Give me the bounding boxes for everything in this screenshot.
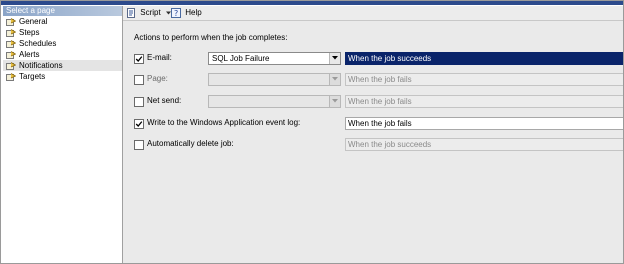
- email-operator-value: SQL Job Failure: [212, 54, 270, 63]
- sidebar-item-alerts[interactable]: Alerts: [3, 49, 122, 60]
- toolbar: Script ? Help: [123, 6, 623, 21]
- page-icon: [6, 29, 17, 37]
- delete-job-when-value: When the job succeeds: [348, 140, 432, 149]
- net-send-checkbox[interactable]: [134, 97, 144, 107]
- page-when-value: When the job fails: [348, 75, 412, 84]
- chevron-down-icon[interactable]: [329, 74, 340, 85]
- chevron-down-icon[interactable]: [329, 96, 340, 107]
- event-log-label: Write to the Windows Application event l…: [147, 118, 301, 127]
- event-log-when-select[interactable]: When the job fails: [345, 117, 623, 130]
- delete-job-row: Automatically delete job: When the job s…: [134, 138, 623, 151]
- sidebar-item-notifications[interactable]: Notifications: [3, 60, 122, 71]
- event-log-checkbox[interactable]: [134, 119, 144, 129]
- email-label: E-mail:: [147, 53, 172, 62]
- sidebar-item-label: Notifications: [19, 61, 63, 70]
- email-when-select[interactable]: When the job succeeds: [345, 52, 623, 65]
- window-title-bar: [1, 1, 623, 5]
- select-page-pane: Select a page General Steps Schedules Al…: [3, 6, 123, 263]
- script-icon: [126, 8, 136, 21]
- sidebar-item-steps[interactable]: Steps: [3, 27, 122, 38]
- event-log-row: Write to the Windows Application event l…: [134, 117, 623, 130]
- email-operator-select[interactable]: SQL Job Failure: [208, 52, 341, 65]
- sidebar-item-general[interactable]: General: [3, 16, 122, 27]
- script-label: Script: [140, 8, 161, 17]
- page-operator-select[interactable]: [208, 73, 341, 86]
- delete-job-when-select[interactable]: When the job succeeds: [345, 138, 623, 151]
- svg-text:?: ?: [174, 9, 178, 18]
- net-send-row: Net send: When the job fails: [134, 95, 623, 108]
- checkmark-icon: [135, 121, 143, 127]
- email-row: E-mail: SQL Job Failure When the job suc…: [134, 52, 623, 65]
- page-icon: [6, 62, 17, 70]
- event-log-when-value: When the job fails: [348, 119, 412, 128]
- delete-job-label: Automatically delete job:: [147, 139, 234, 148]
- help-label: Help: [185, 8, 202, 17]
- email-checkbox[interactable]: [134, 54, 144, 64]
- notifications-page: Script ? Help Actions to perform when th…: [123, 6, 623, 263]
- sidebar-item-label: General: [19, 17, 48, 26]
- checkmark-icon: [135, 56, 143, 62]
- sidebar-item-schedules[interactable]: Schedules: [3, 38, 122, 49]
- job-properties-window: Select a page General Steps Schedules Al…: [0, 0, 624, 264]
- help-icon: ?: [171, 8, 181, 21]
- page-icon: [6, 18, 17, 26]
- script-button[interactable]: Script: [126, 8, 171, 18]
- page-when-select[interactable]: When the job fails: [345, 73, 623, 86]
- net-send-when-select[interactable]: When the job fails: [345, 95, 623, 108]
- page-icon: [6, 40, 17, 48]
- page-label: Page:: [147, 74, 168, 83]
- net-send-when-value: When the job fails: [348, 97, 412, 106]
- email-when-value: When the job succeeds: [348, 54, 432, 63]
- sidebar-item-label: Alerts: [19, 50, 40, 59]
- chevron-down-icon[interactable]: [329, 53, 340, 64]
- sidebar-item-label: Targets: [19, 72, 46, 81]
- delete-job-checkbox[interactable]: [134, 140, 144, 150]
- help-button[interactable]: ? Help: [171, 8, 202, 18]
- page-row: Page: When the job fails: [134, 73, 623, 86]
- sidebar-item-targets[interactable]: Targets: [3, 71, 122, 82]
- sidebar-item-label: Steps: [19, 28, 40, 37]
- net-send-operator-select[interactable]: [208, 95, 341, 108]
- section-title: Actions to perform when the job complete…: [134, 33, 288, 42]
- page-icon: [6, 51, 17, 59]
- select-page-header: Select a page: [3, 6, 122, 16]
- page-checkbox[interactable]: [134, 75, 144, 85]
- page-icon: [6, 73, 17, 81]
- net-send-label: Net send:: [147, 96, 182, 105]
- sidebar-item-label: Schedules: [19, 39, 57, 48]
